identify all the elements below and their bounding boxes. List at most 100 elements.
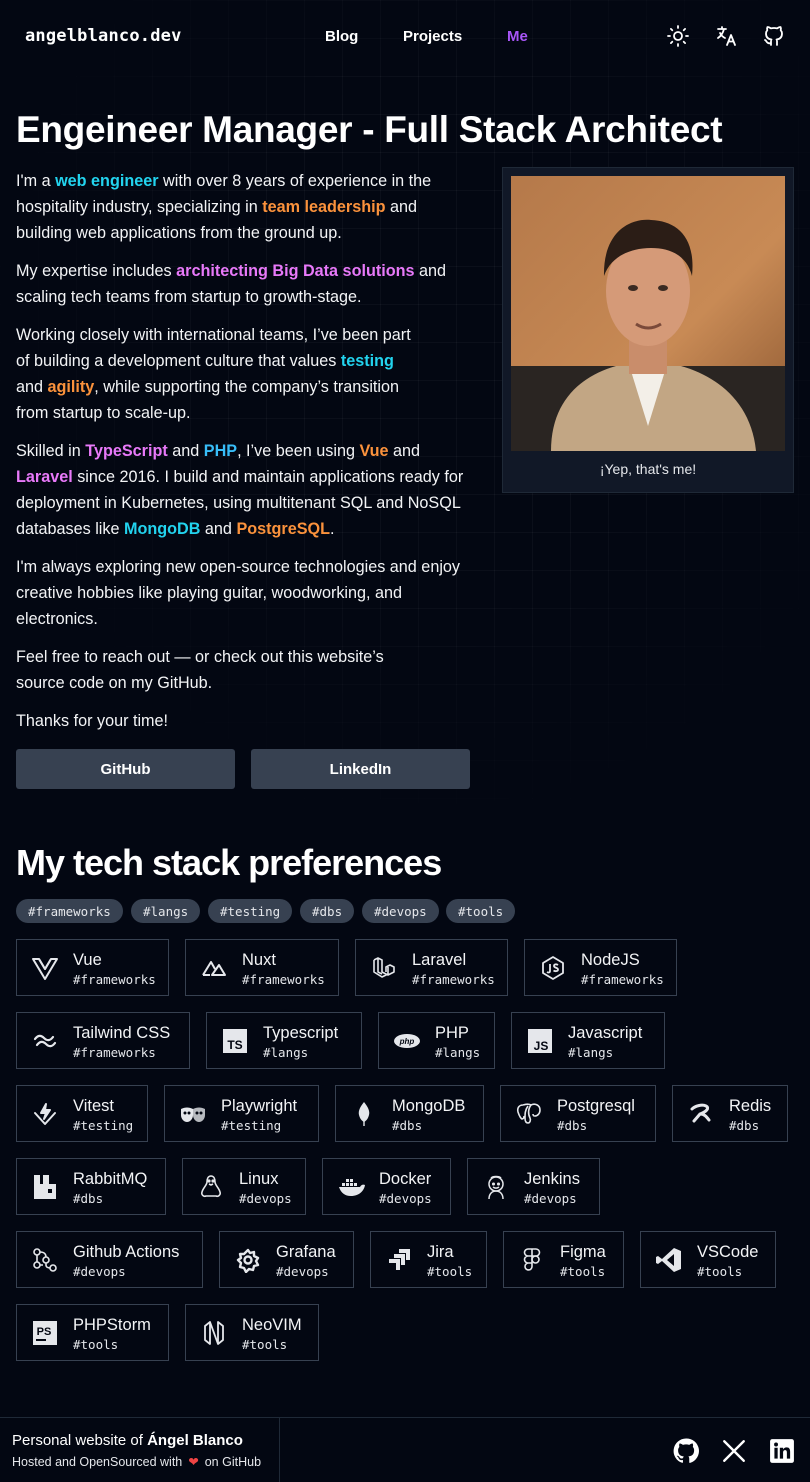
linkedin-icon[interactable]	[769, 1438, 795, 1464]
tech-tag: #testing	[221, 1118, 282, 1133]
typescript-icon: TS	[221, 1028, 249, 1054]
tech-tag: #langs	[263, 1045, 309, 1060]
tech-card-docker[interactable]: Docker #devops	[322, 1158, 451, 1215]
tech-name: Playwright	[221, 1097, 298, 1115]
github-button[interactable]: GitHub	[16, 749, 235, 789]
tech-name: Vitest	[73, 1097, 114, 1115]
tech-card-javascript[interactable]: JS Javascript #langs	[511, 1012, 665, 1069]
tech-card-mongodb[interactable]: MongoDB #dbs	[335, 1085, 484, 1142]
tech-name: Grafana	[276, 1243, 336, 1261]
tech-tag: #dbs	[557, 1118, 588, 1133]
tech-tag: #tools	[427, 1264, 473, 1279]
tech-tag: #dbs	[729, 1118, 760, 1133]
tech-card-postgresql[interactable]: Postgresql #dbs	[500, 1085, 656, 1142]
tech-card-nuxt[interactable]: Nuxt #frameworks	[185, 939, 339, 996]
tech-stack-title: My tech stack preferences	[16, 842, 442, 883]
tech-tag: #frameworks	[73, 972, 156, 987]
tech-card-php[interactable]: php PHP #langs	[378, 1012, 495, 1069]
tech-name: Javascript	[568, 1024, 643, 1042]
tech-name: NeoVIM	[242, 1316, 302, 1334]
tech-name: Typescript	[263, 1024, 339, 1042]
nav-projects[interactable]: Projects	[403, 28, 462, 45]
tech-name: MongoDB	[392, 1097, 466, 1115]
footer-hosted: Hosted and OpenSourced with ❤ on GitHub	[12, 1455, 262, 1469]
bio-paragraph: I'm a web engineer with over 8 years of …	[16, 172, 432, 242]
footer-divider	[279, 1418, 280, 1482]
playwright-icon	[179, 1101, 207, 1127]
translate-icon[interactable]	[714, 24, 738, 48]
tech-card-redis[interactable]: Redis #dbs	[672, 1085, 788, 1142]
javascript-icon: JS	[526, 1028, 554, 1054]
tech-tag: #frameworks	[412, 972, 495, 987]
tech-card-linux[interactable]: Linux #devops	[182, 1158, 306, 1215]
tech-card-laravel[interactable]: Laravel #frameworks	[355, 939, 508, 996]
bio-paragraph: Feel free to reach out — or check out th…	[16, 648, 384, 692]
grafana-icon	[234, 1247, 262, 1274]
laravel-icon	[370, 955, 398, 981]
site-header: angelblanco.dev Blog Projects Me	[0, 0, 810, 74]
svg-text:PS: PS	[37, 1326, 52, 1338]
tech-card-nodejs[interactable]: NodeJS #frameworks	[524, 939, 677, 996]
svg-text:JS: JS	[534, 1039, 549, 1053]
php-icon: php	[393, 1028, 421, 1054]
tech-card-figma[interactable]: Figma #tools	[503, 1231, 624, 1288]
tech-tag: #tools	[242, 1337, 288, 1352]
tech-name: Github Actions	[73, 1243, 180, 1261]
neovim-icon	[200, 1320, 228, 1346]
svg-text:php: php	[399, 1037, 415, 1046]
filter-tag-devops[interactable]: #devops	[362, 899, 439, 923]
jenkins-icon	[482, 1174, 510, 1200]
tech-card-playwright[interactable]: Playwright #testing	[164, 1085, 319, 1142]
tech-tag: #testing	[73, 1118, 134, 1133]
tech-card-github-actions[interactable]: Github Actions #devops	[16, 1231, 203, 1288]
filter-tag-langs[interactable]: #langs	[131, 899, 201, 923]
tech-tag: #devops	[524, 1191, 577, 1206]
tech-name: Jenkins	[524, 1170, 580, 1188]
linkedin-button[interactable]: LinkedIn	[251, 749, 470, 789]
tech-tag: #devops	[276, 1264, 329, 1279]
bio-paragraph: Skilled in TypeScript and PHP, I’ve been…	[16, 442, 464, 538]
bio-paragraph: Working closely with international teams…	[16, 326, 411, 422]
nodejs-icon	[539, 955, 567, 981]
tech-card-jenkins[interactable]: Jenkins #devops	[467, 1158, 600, 1215]
svg-text:TS: TS	[227, 1038, 242, 1052]
site-logo[interactable]: angelblanco.dev	[25, 26, 182, 46]
vitest-icon	[31, 1101, 59, 1127]
nav-blog[interactable]: Blog	[325, 28, 358, 45]
github-actions-icon	[31, 1247, 59, 1273]
tech-name: Redis	[729, 1097, 772, 1115]
tech-card-typescript[interactable]: TS Typescript #langs	[206, 1012, 362, 1069]
tech-card-phpstorm[interactable]: PS PHPStorm #tools	[16, 1304, 169, 1361]
tech-tag: #frameworks	[581, 972, 664, 987]
tech-card-vscode[interactable]: VSCode #tools	[640, 1231, 776, 1288]
tech-card-jira[interactable]: Jira #tools	[370, 1231, 487, 1288]
linux-icon	[197, 1174, 225, 1200]
filter-tag-testing[interactable]: #testing	[208, 899, 293, 923]
github-icon[interactable]	[762, 24, 786, 48]
photo-caption: ¡Yep, that's me!	[599, 461, 697, 477]
tech-card-neovim[interactable]: NeoVIM #tools	[185, 1304, 319, 1361]
tech-tag: #frameworks	[73, 1045, 156, 1060]
tech-tag: #devops	[239, 1191, 292, 1206]
x-icon[interactable]	[721, 1438, 747, 1464]
tech-name: Jira	[427, 1243, 454, 1261]
tech-name: Docker	[379, 1170, 432, 1188]
filter-tag-frameworks[interactable]: #frameworks	[16, 899, 123, 923]
bio-paragraph: My expertise includes architecting Big D…	[16, 262, 447, 306]
tech-card-grafana[interactable]: Grafana #devops	[219, 1231, 354, 1288]
redis-icon	[687, 1101, 715, 1127]
tech-tag: #dbs	[392, 1118, 423, 1133]
tech-card-vitest[interactable]: Vitest #testing	[16, 1085, 148, 1142]
tech-card-vue[interactable]: Vue #frameworks	[16, 939, 169, 996]
figma-icon	[518, 1247, 546, 1273]
nav-me[interactable]: Me	[507, 28, 528, 45]
tech-tag: #tools	[697, 1264, 743, 1279]
sun-icon[interactable]	[666, 24, 690, 48]
tech-card-tailwind[interactable]: Tailwind CSS #frameworks	[16, 1012, 190, 1069]
github-icon[interactable]	[673, 1438, 699, 1464]
tech-name: Tailwind CSS	[73, 1024, 171, 1042]
tech-name: VSCode	[697, 1243, 759, 1261]
filter-tag-dbs[interactable]: #dbs	[300, 899, 355, 923]
tech-card-rabbitmq[interactable]: RabbitMQ #dbs	[16, 1158, 166, 1215]
filter-tag-tools[interactable]: #tools	[446, 899, 516, 923]
